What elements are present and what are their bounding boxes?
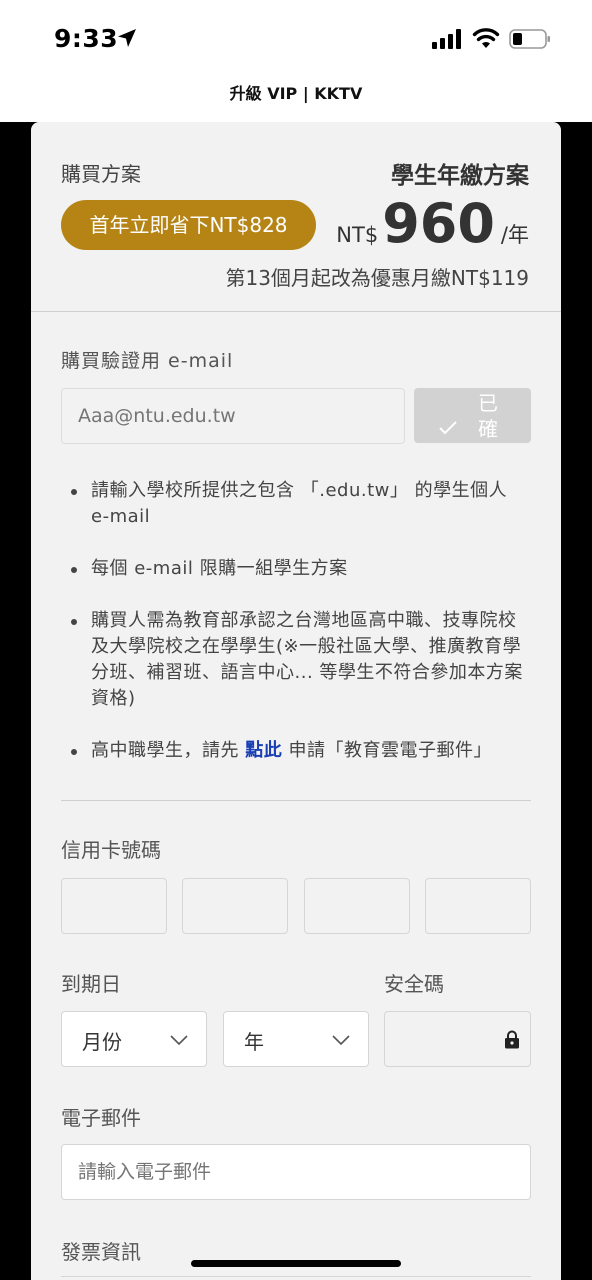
check-icon [439,421,457,435]
price-note: 第13個月起改為優惠月繳NT$119 [225,266,529,290]
section-divider [31,311,561,312]
page-header: 升級 VIP | KKTV [0,78,592,122]
eligibility-notes: 請輸入學校所提供之包含 「.edu.tw」 的學生個人 e-mail 每個 e-… [61,478,531,790]
card-number-label: 信用卡號碼 [61,838,161,862]
chevron-down-icon [170,1035,188,1046]
card-number-field-4[interactable] [425,878,531,934]
confirm-button-label: 已確 [478,391,498,441]
plan-label: 購買方案 [61,162,141,186]
edu-email-link[interactable]: 點此 [245,740,282,761]
plan-name: 學生年繳方案 [391,163,529,189]
email-label: 電子郵件 [61,1106,141,1130]
verify-email-input[interactable] [61,388,405,444]
card-number-field-1[interactable] [61,878,167,934]
list-item: 購買人需為教育部承認之台灣地區高中職、技專院校及大學院校之在學學生(※一般社區大… [61,608,531,712]
checkout-card: 購買方案 學生年繳方案 首年立即省下NT$828 NT$960/年 第13個月起… [31,122,561,1280]
chevron-down-icon [332,1035,350,1046]
invoice-label: 發票資訊 [61,1240,141,1264]
page-title: 升級 VIP | KKTV [229,84,363,103]
confirm-email-button[interactable]: 已確 [414,388,531,443]
location-arrow-icon [118,29,136,47]
verify-email-label: 購買驗證用 e-mail [61,350,234,372]
list-item: 請輸入學校所提供之包含 「.edu.tw」 的學生個人 e-mail [61,478,531,530]
status-time: 9:33 [54,24,119,53]
lock-icon [505,1030,519,1049]
wifi-icon [472,28,500,48]
price-unit: /年 [500,223,529,247]
list-item: 高中職學生，請先 點此 申請「教育雲電子郵件」 [61,738,531,764]
plan-price: NT$960/年 [336,192,529,255]
cvv-label: 安全碼 [384,972,444,996]
expiry-year-select[interactable]: 年 [223,1011,369,1067]
card-number-field-3[interactable] [304,878,410,934]
savings-badge: 首年立即省下NT$828 [61,200,316,250]
month-value: 月份 [82,1030,122,1054]
invoice-field-edge [61,1276,531,1280]
signal-icon [432,29,461,49]
note-text: 申請「教育雲電子郵件」 [282,740,492,761]
price-currency: NT$ [336,223,379,247]
expiry-month-select[interactable]: 月份 [61,1011,207,1067]
list-item: 每個 e-mail 限購一組學生方案 [61,556,531,582]
price-amount: 960 [382,192,495,255]
cvv-input[interactable] [384,1011,531,1067]
status-bar: 9:33 [0,0,592,78]
expiry-label: 到期日 [61,972,121,996]
year-value: 年 [244,1030,264,1054]
section-divider [61,800,531,801]
email-input[interactable] [61,1144,531,1200]
home-indicator[interactable] [191,1260,401,1267]
note-text: 高中職學生，請先 [91,740,246,761]
battery-icon [509,29,550,49]
card-number-field-2[interactable] [182,878,288,934]
